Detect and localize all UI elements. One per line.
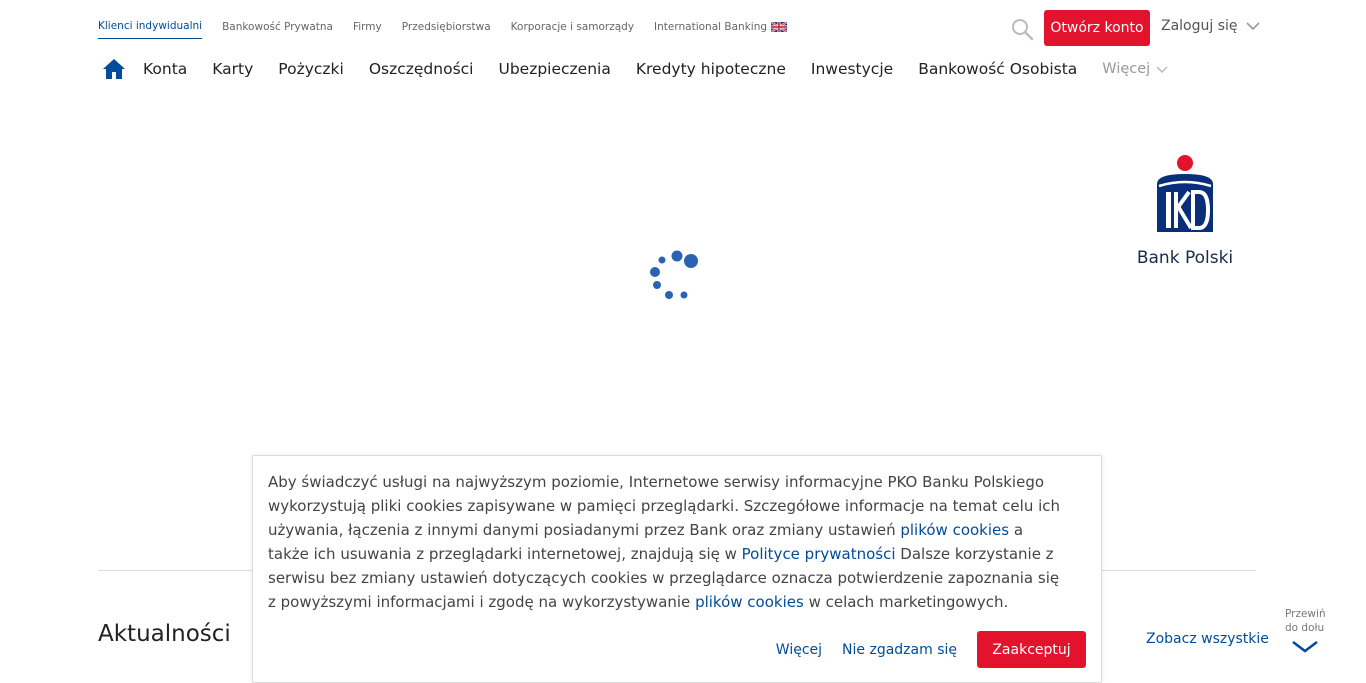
cookie-link-cookies-marketing[interactable]: plików cookies: [695, 593, 804, 611]
search-icon[interactable]: [1010, 17, 1034, 41]
cookie-consent-banner: Aby świadczyć usługi na najwyższym pozio…: [252, 455, 1102, 683]
loading-spinner-icon: [650, 250, 698, 299]
scroll-down-hint[interactable]: Przewiń do dołu: [1285, 607, 1335, 635]
nav-item-personal-banking[interactable]: Bankowość Osobista: [918, 60, 1077, 78]
cookie-link-privacy-policy[interactable]: Polityce prywatności: [742, 545, 896, 563]
open-account-button[interactable]: Otwórz konto: [1044, 10, 1150, 46]
segment-link-international-label: International Banking: [654, 20, 768, 33]
cookie-text-part4: w celach marketingowych.: [803, 593, 1009, 611]
news-heading: Aktualności: [98, 621, 231, 647]
chevron-down-icon: [1156, 65, 1168, 73]
home-icon[interactable]: [102, 58, 126, 80]
logo-text: Bank Polski: [1136, 248, 1234, 268]
nav-item-accounts[interactable]: Konta: [143, 60, 187, 78]
nav-item-investments[interactable]: Inwestycje: [811, 60, 893, 78]
nav-item-mortgages[interactable]: Kredyty hipoteczne: [636, 60, 786, 78]
scroll-hint-line2: do dołu: [1285, 622, 1325, 634]
nav-more-label: Więcej: [1102, 61, 1151, 77]
cookie-link-cookies[interactable]: plików cookies: [900, 521, 1009, 539]
nav-item-loans[interactable]: Pożyczki: [278, 60, 344, 78]
main-navigation: Konta Karty Pożyczki Oszczędności Ubezpi…: [102, 56, 1168, 82]
segment-link-enterprises[interactable]: Przedsiębiorstwa: [402, 20, 491, 39]
chevron-down-icon: [1245, 22, 1260, 30]
nav-item-savings[interactable]: Oszczędności: [369, 60, 474, 78]
nav-item-insurance[interactable]: Ubezpieczenia: [498, 60, 610, 78]
segment-link-private-banking[interactable]: Bankowość Prywatna: [222, 20, 333, 39]
cookie-more-button[interactable]: Więcej: [776, 642, 822, 658]
login-dropdown[interactable]: Zaloguj się: [1161, 18, 1260, 34]
nav-more-dropdown[interactable]: Więcej: [1102, 61, 1168, 77]
top-navigation: Klienci indywidualni Bankowość Prywatna …: [0, 0, 1366, 56]
chevron-down-icon[interactable]: [1290, 638, 1320, 654]
scroll-hint-line1: Przewiń: [1285, 608, 1326, 620]
nav-item-cards[interactable]: Karty: [212, 60, 253, 78]
segment-link-individual[interactable]: Klienci indywidualni: [98, 20, 203, 39]
login-label: Zaloguj się: [1161, 18, 1238, 34]
cookie-actions: Więcej Nie zgadzam się Zaakceptuj: [776, 631, 1086, 668]
uk-flag-icon: [771, 21, 788, 32]
segment-link-companies[interactable]: Firmy: [353, 20, 382, 39]
segment-links: Klienci indywidualni Bankowość Prywatna …: [98, 20, 807, 39]
segment-link-international[interactable]: International Banking: [654, 20, 788, 39]
see-all-news-link[interactable]: Zobacz wszystkie: [1146, 631, 1269, 647]
segment-link-corporations[interactable]: Korporacje i samorządy: [511, 20, 634, 39]
cookie-accept-button[interactable]: Zaakceptuj: [977, 631, 1086, 668]
cookie-consent-text: Aby świadczyć usługi na najwyższym pozio…: [268, 470, 1068, 614]
cookie-decline-button[interactable]: Nie zgadzam się: [842, 642, 957, 658]
